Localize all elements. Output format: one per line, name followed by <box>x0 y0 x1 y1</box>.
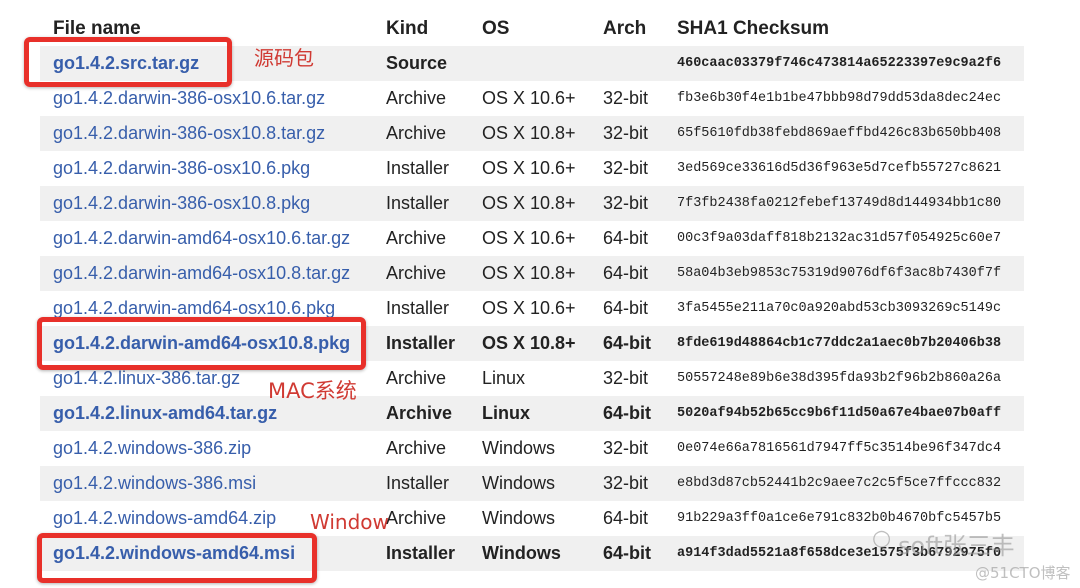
kind-cell: Installer <box>386 473 450 493</box>
os-cell: OS X 10.8+ <box>482 333 576 353</box>
os-cell: Windows <box>482 473 556 493</box>
kind-cell: Archive <box>386 263 447 283</box>
sha1-cell: fb3e6b30f4e1b1be47bbb98d79dd53da8dec24ec <box>677 91 1002 106</box>
watermark-wechat-icon: ○ <box>872 526 892 551</box>
table-row: go1.4.2.darwin-386-osx10.8.tar.gz Archive… <box>40 116 1024 151</box>
sha1-cell: 00c3f9a03daff818b2132ac31d57f054925c60e7 <box>677 231 1002 246</box>
table-body: go1.4.2.src.tar.gz Source 460caac03379f746… <box>40 46 1024 571</box>
kind-cell: Installer <box>386 543 456 563</box>
watermark-author: soft张三丰 <box>898 532 1015 560</box>
sha1-cell: 65f5610fdb38febd869aeffbd426c83b650bb408 <box>677 126 1002 141</box>
arch-cell: 32-bit <box>603 88 649 108</box>
kind-cell: Archive <box>386 368 447 388</box>
file-link[interactable]: go1.4.2.windows-386.msi <box>53 466 256 501</box>
table-row: go1.4.2.linux-amd64.tar.gz Archive Linux 64… <box>40 396 1024 431</box>
file-link[interactable]: go1.4.2.windows-amd64.zip <box>53 501 276 536</box>
kind-cell: Archive <box>386 438 447 458</box>
kind-cell: Installer <box>386 193 450 213</box>
file-link[interactable]: go1.4.2.darwin-amd64-osx10.8.tar.gz <box>53 256 350 291</box>
os-cell: Linux <box>482 368 526 388</box>
file-link[interactable]: go1.4.2.linux-amd64.tar.gz <box>53 396 277 431</box>
header-kind: Kind <box>386 18 429 39</box>
file-link[interactable]: go1.4.2.darwin-386-osx10.6.pkg <box>53 151 310 186</box>
kind-cell: Archive <box>386 88 447 108</box>
arch-cell: 32-bit <box>603 158 649 178</box>
file-link[interactable]: go1.4.2.windows-386.zip <box>53 431 251 466</box>
os-cell: Windows <box>482 508 556 528</box>
kind-cell: Source <box>386 53 448 73</box>
sha1-cell: 5020af94b52b65cc9b6f11d50a67e4bae07b0aff <box>677 406 1002 421</box>
file-link[interactable]: go1.4.2.darwin-386-osx10.8.pkg <box>53 186 310 221</box>
annotation-mac: MAC系统 <box>268 379 357 403</box>
arch-cell: 64-bit <box>603 543 652 563</box>
kind-cell: Archive <box>386 228 447 248</box>
sha1-cell: 3fa5455e211a70c0a920abd53cb3093269c5149c <box>677 301 1002 316</box>
highlight-box-windows <box>37 533 317 583</box>
kind-cell: Archive <box>386 508 447 528</box>
header-arch: Arch <box>603 18 647 39</box>
kind-cell: Installer <box>386 333 456 353</box>
arch-cell: 64-bit <box>603 403 652 423</box>
os-cell: OS X 10.8+ <box>482 263 576 283</box>
table-row: go1.4.2.windows-386.zip Archive Windows 32-… <box>40 431 1024 466</box>
kind-cell: Archive <box>386 123 447 143</box>
arch-cell: 32-bit <box>603 193 649 213</box>
sha1-cell: 460caac03379f746c473814a65223397e9c9a2f6 <box>677 56 1002 71</box>
kind-cell: Installer <box>386 158 450 178</box>
kind-cell: Archive <box>386 403 453 423</box>
annotation-source: 源码包 <box>254 46 314 70</box>
header-sha1-checksum: SHA1 Checksum <box>677 18 830 39</box>
table-row: go1.4.2.windows-386.msi Installer Windows 3… <box>40 466 1024 501</box>
highlight-box-mac <box>37 317 366 370</box>
arch-cell: 64-bit <box>603 333 652 353</box>
os-cell: Windows <box>482 438 556 458</box>
arch-cell: 64-bit <box>603 508 649 528</box>
table-row: go1.4.2.darwin-386-osx10.6.pkg Installer O… <box>40 151 1024 186</box>
os-cell: Linux <box>482 403 530 423</box>
os-cell: OS X 10.6+ <box>482 158 576 178</box>
file-link[interactable]: go1.4.2.darwin-amd64-osx10.6.tar.gz <box>53 221 350 256</box>
sha1-cell: e8bd3d87cb52441b2c9aee7c2c5f5ce7ffccc832 <box>677 476 1002 491</box>
header-os: OS <box>482 18 510 39</box>
watermark-site: @51CTO博客 <box>975 564 1071 582</box>
highlight-box-source <box>24 37 232 87</box>
table-row: go1.4.2.darwin-386-osx10.8.pkg Installer O… <box>40 186 1024 221</box>
sha1-cell: 0e074e66a7816561d7947ff5c3514be96f347dc4 <box>677 441 1002 456</box>
kind-cell: Installer <box>386 298 450 318</box>
os-cell: OS X 10.8+ <box>482 193 576 213</box>
arch-cell: 32-bit <box>603 123 649 143</box>
file-link[interactable]: go1.4.2.darwin-386-osx10.8.tar.gz <box>53 116 325 151</box>
arch-cell: 64-bit <box>603 228 649 248</box>
os-cell: OS X 10.8+ <box>482 123 576 143</box>
arch-cell: 64-bit <box>603 263 649 283</box>
downloads-table: File name Kind OS Arch SHA1 Checksum go1… <box>40 10 1024 571</box>
table-row: go1.4.2.darwin-amd64-osx10.6.tar.gz Archi… <box>40 221 1024 256</box>
annotation-windows: Window <box>310 510 389 534</box>
arch-cell: 32-bit <box>603 473 649 493</box>
arch-cell: 32-bit <box>603 438 649 458</box>
arch-cell: 32-bit <box>603 368 649 388</box>
sha1-cell: 3ed569ce33616d5d36f963e5d7cefb55727c8621 <box>677 161 1002 176</box>
os-cell: Windows <box>482 543 561 563</box>
os-cell: OS X 10.6+ <box>482 298 576 318</box>
sha1-cell: 8fde619d48864cb1c77ddc2a1aec0b7b20406b38 <box>677 336 1002 351</box>
os-cell: OS X 10.6+ <box>482 88 576 108</box>
os-cell: OS X 10.6+ <box>482 228 576 248</box>
sha1-cell: 58a04b3eb9853c75319d9076df6f3ac8b7430f7f <box>677 266 1002 281</box>
arch-cell: 64-bit <box>603 298 649 318</box>
table-row: go1.4.2.darwin-amd64-osx10.8.tar.gz Archi… <box>40 256 1024 291</box>
sha1-cell: 50557248e89b6e38d395fda93b2f96b2b860a26a <box>677 371 1002 386</box>
sha1-cell: 7f3fb2438fa0212febef13749d8d144934bb1c80 <box>677 196 1002 211</box>
